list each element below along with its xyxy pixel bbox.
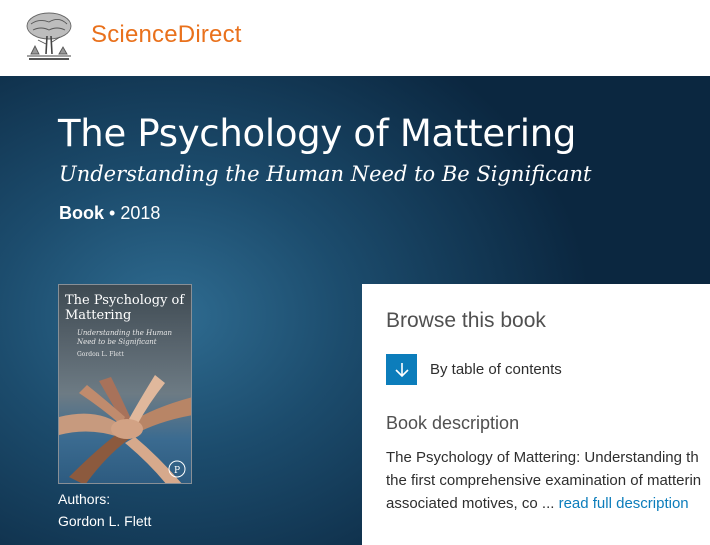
book-description-text: The Psychology of Mattering: Understandi…	[386, 446, 710, 515]
svg-text:P: P	[174, 466, 180, 476]
table-of-contents-button[interactable]	[386, 354, 417, 385]
cover-title: The Psychology of Mattering	[65, 293, 185, 323]
browse-book-heading: Browse this book	[386, 309, 546, 332]
publication-year: 2018	[120, 203, 161, 223]
description-line: The Psychology of Mattering: Understandi…	[386, 449, 699, 466]
table-of-contents-link[interactable]: By table of contents	[430, 361, 562, 378]
description-line-text: associated motives, co ...	[386, 495, 555, 512]
arrow-down-icon	[394, 362, 409, 377]
book-subtitle: Understanding the Human Need to Be Signi…	[59, 162, 592, 186]
meta-separator: •	[109, 203, 116, 223]
content-type-label: Book	[59, 203, 104, 223]
cover-subtitle: Understanding the Human Need to be Signi…	[77, 329, 173, 346]
description-line: associated motives, co ... read full des…	[386, 492, 710, 515]
site-header: ScienceDirect	[0, 0, 710, 76]
authors-label: Authors:	[58, 491, 111, 507]
page-title: The Psychology of Mattering	[58, 112, 577, 155]
author-name[interactable]: Gordon L. Flett	[58, 513, 151, 529]
book-meta: Book • 2018	[59, 203, 160, 224]
book-description-heading: Book description	[386, 413, 520, 433]
sciencedirect-home-link[interactable]: ScienceDirect	[91, 21, 242, 49]
read-full-description-link[interactable]: read full description	[559, 495, 689, 512]
book-cover-image[interactable]: The Psychology of Mattering Understandin…	[58, 284, 192, 484]
description-line: the first comprehensive examination of m…	[386, 472, 702, 489]
elsevier-tree-logo-icon[interactable]	[21, 10, 77, 62]
stacked-hands-illustration: P	[59, 375, 191, 483]
book-info-panel: Browse this book By table of contents Bo…	[362, 284, 710, 545]
